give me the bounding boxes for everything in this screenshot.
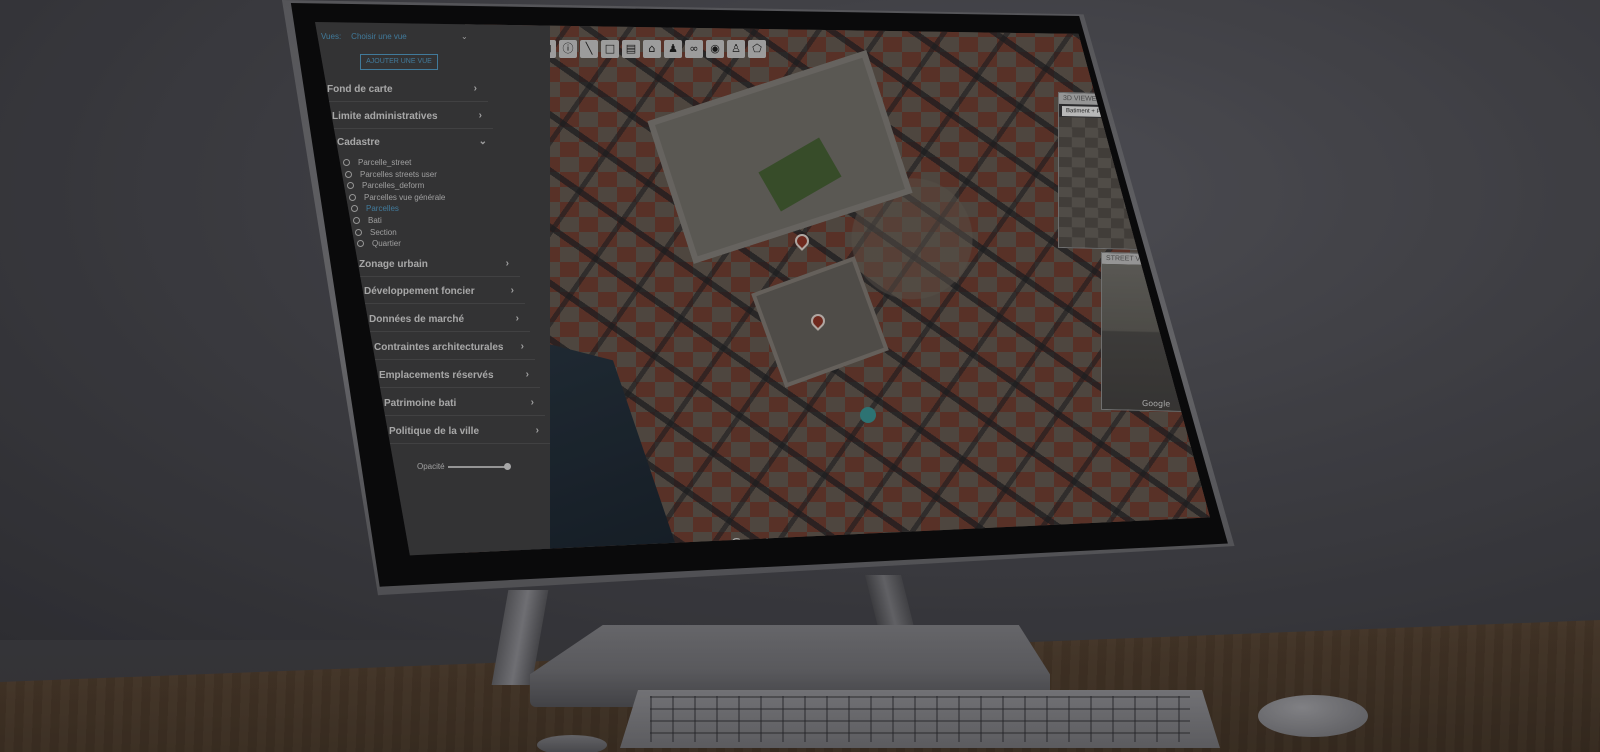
- street-view-icon[interactable]: ♙: [727, 40, 745, 58]
- chevron-right-icon[interactable]: ›: [479, 110, 482, 121]
- category-label: Développement foncier: [364, 286, 475, 297]
- divider: [365, 331, 530, 332]
- layer-item[interactable]: Parcelles: [351, 204, 399, 213]
- divider: [385, 443, 550, 444]
- radio-button[interactable]: [353, 217, 360, 224]
- layer-label: Parcelle_street: [358, 158, 412, 167]
- polygon-icon[interactable]: ⬠: [748, 40, 766, 58]
- layer-label: Quartier: [372, 239, 401, 249]
- radio-button[interactable]: [349, 193, 356, 201]
- opacity-label: Opacité: [417, 462, 445, 471]
- layer-label: Parcelles_deform: [362, 181, 425, 191]
- radio-button[interactable]: [357, 240, 364, 248]
- category-label: Cadastre: [337, 137, 380, 148]
- dial-puck: [537, 735, 607, 752]
- layers-icon[interactable]: ▤: [622, 40, 640, 58]
- category-2[interactable]: Limite administratives ›: [332, 110, 482, 122]
- chevron-right-icon[interactable]: ›: [526, 369, 529, 380]
- divider: [355, 276, 520, 277]
- divider: [328, 128, 493, 129]
- divider: [380, 415, 545, 416]
- category-10[interactable]: Politique de la ville ›: [389, 425, 539, 437]
- radio-button[interactable]: [355, 228, 362, 236]
- layer-label: Parcelles vue générale: [364, 192, 446, 202]
- chevron-down-icon[interactable]: ⌄: [479, 136, 487, 147]
- map-pin-icon[interactable]: [792, 231, 812, 251]
- category-label: Patrimoine bati: [384, 398, 457, 409]
- opacity-slider[interactable]: [447, 462, 511, 470]
- map-plaza-building: [647, 50, 913, 264]
- category-label: Fond de carte: [327, 84, 393, 95]
- layer-item[interactable]: Parcelles streets user: [345, 170, 437, 179]
- person-icon[interactable]: ♟: [664, 40, 682, 58]
- opacity-control: Opacité: [417, 462, 511, 471]
- eye-icon[interactable]: ◉: [706, 40, 724, 58]
- views-select[interactable]: Choisir une vue: [351, 32, 407, 41]
- chevron-right-icon[interactable]: ›: [511, 285, 514, 296]
- map-marker-dot[interactable]: [860, 407, 876, 423]
- layer-item[interactable]: Parcelles vue générale: [349, 193, 445, 202]
- opacity-slider-thumb[interactable]: [503, 462, 511, 470]
- chevron-right-icon[interactable]: ›: [516, 313, 519, 324]
- category-label: Zonage urbain: [359, 259, 428, 270]
- measure-line-icon[interactable]: ╲: [580, 40, 598, 58]
- chevron-right-icon[interactable]: ›: [506, 258, 509, 269]
- divider: [360, 303, 525, 304]
- layer-label: Parcelles streets user: [360, 169, 437, 179]
- category-label: Politique de la ville: [389, 426, 480, 437]
- radio-button[interactable]: [343, 159, 350, 166]
- radio-button[interactable]: [345, 170, 352, 178]
- layer-item[interactable]: Parcelles_deform: [347, 181, 424, 190]
- home-icon[interactable]: ⌂: [643, 40, 661, 58]
- layer-item[interactable]: Section: [355, 228, 397, 237]
- chevron-right-icon[interactable]: ›: [474, 83, 477, 94]
- category-label: Données de marché: [369, 314, 465, 325]
- binoculars-icon[interactable]: ∞: [685, 40, 703, 58]
- screen: Google 3D VIEWER × Batiment + Parcelle S…: [315, 22, 1210, 556]
- chevron-down-icon[interactable]: ⌄: [461, 32, 468, 41]
- category-label: Emplacements réservés: [379, 370, 494, 381]
- views-label: Vues:: [321, 32, 342, 41]
- layer-label: Section: [370, 227, 397, 237]
- select-box-icon[interactable]: □: [601, 40, 619, 58]
- category-1[interactable]: Fond de carte ›: [327, 83, 477, 95]
- chevron-right-icon[interactable]: ›: [531, 397, 534, 408]
- chevron-right-icon[interactable]: ›: [521, 341, 524, 352]
- category-9[interactable]: Patrimoine bati ›: [384, 397, 534, 409]
- category-8[interactable]: Emplacements réservés ›: [379, 369, 529, 381]
- radio-button[interactable]: [347, 182, 354, 190]
- category-3[interactable]: Cadastre ⌄: [337, 136, 487, 148]
- layer-item[interactable]: Parcelle_street: [343, 158, 411, 167]
- layer-label: Parcelles: [366, 204, 399, 214]
- category-7[interactable]: Contraintes architecturales ›: [374, 341, 524, 353]
- category-label: Contraintes architecturales: [374, 342, 504, 353]
- category-4[interactable]: Zonage urbain ›: [359, 258, 509, 270]
- views-selector[interactable]: Vues: Choisir une vue ⌄: [321, 32, 471, 41]
- info-icon[interactable]: ⓘ: [559, 40, 577, 58]
- layer-item[interactable]: Bati: [353, 216, 382, 225]
- keyboard: [620, 690, 1220, 748]
- mouse: [1258, 695, 1368, 737]
- google-logo: Google: [1142, 398, 1171, 409]
- chevron-right-icon[interactable]: ›: [536, 425, 539, 436]
- radio-button[interactable]: [351, 205, 358, 213]
- layer-item[interactable]: Quartier: [357, 239, 401, 248]
- divider: [370, 359, 535, 360]
- layer-label: Bati: [368, 216, 382, 225]
- category-6[interactable]: Données de marché ›: [369, 313, 519, 325]
- divider: [375, 387, 540, 388]
- category-label: Limite administratives: [332, 111, 438, 122]
- add-view-button[interactable]: AJOUTER UNE VUE: [360, 54, 438, 70]
- divider: [323, 101, 488, 102]
- category-5[interactable]: Développement foncier ›: [364, 285, 514, 297]
